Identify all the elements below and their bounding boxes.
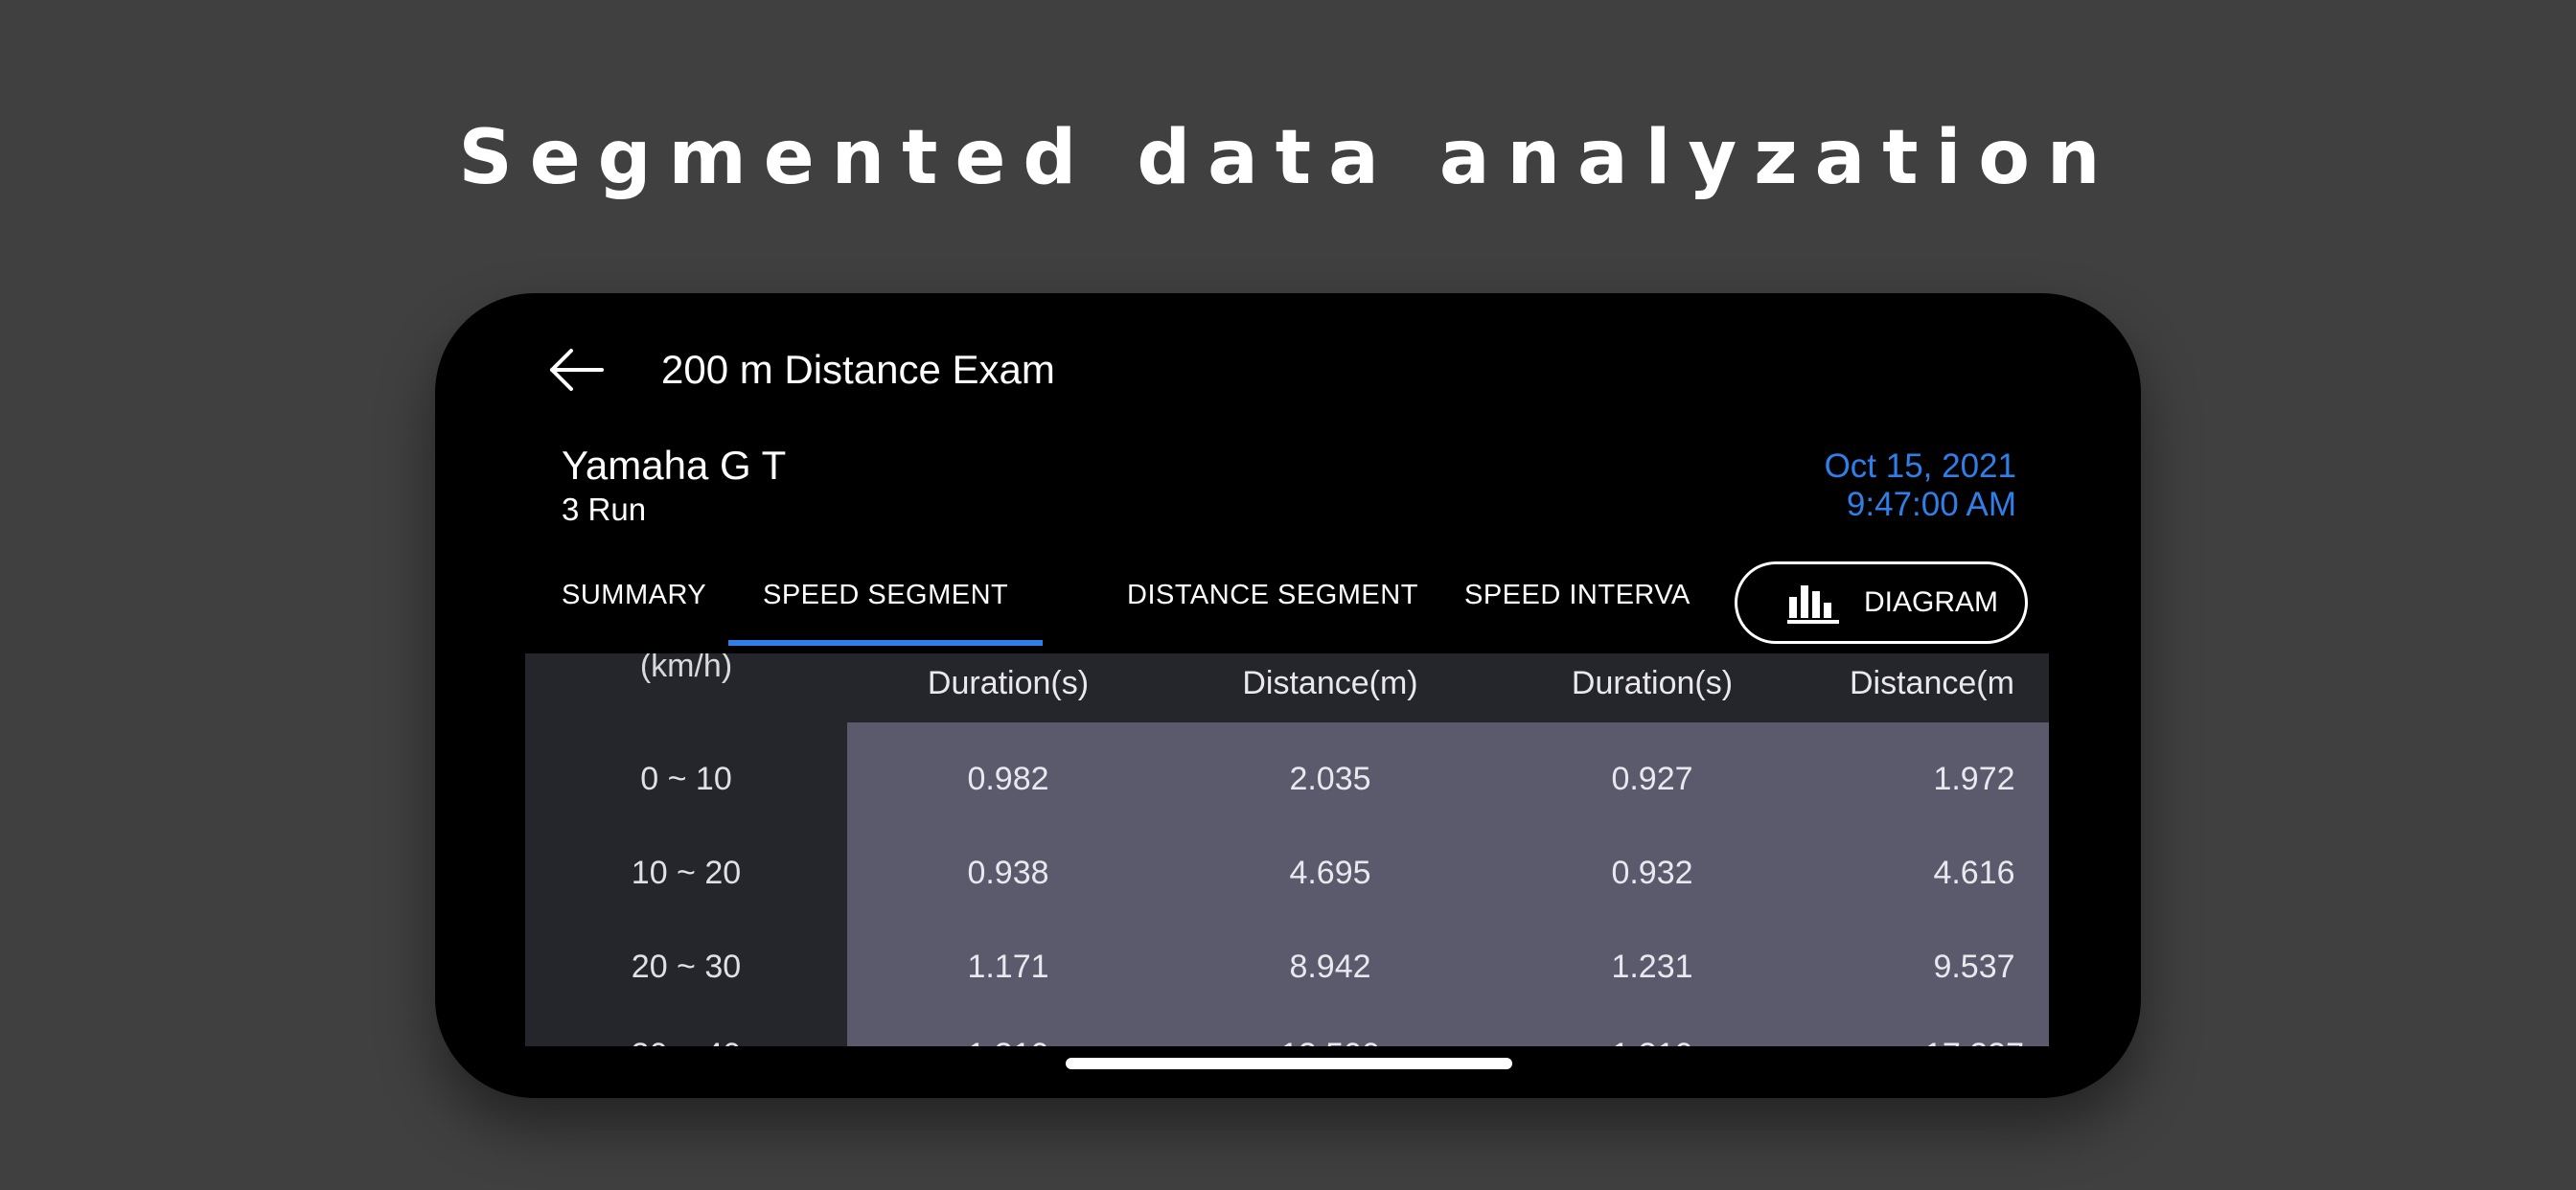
run-count: 3 Run [562,492,647,527]
table-cell: 4.616 [1933,855,2015,891]
table-cell: 1.972 [1933,761,2015,797]
tab-speed-interval[interactable]: SPEED INTERVA [1464,554,1690,650]
table-cell: 8.942 [1289,949,1371,985]
bar-chart-icon [1787,585,1839,624]
speed-segment-table[interactable]: (km/h) Duration(s) Distance(m) Duration(… [525,653,2049,1046]
column-header: Duration(s) [1571,665,1734,701]
table-cell: 0.932 [1611,855,1693,891]
column-header: Distance(m [1850,665,2014,701]
table-cell: 1.310 [847,1033,1169,1046]
tab-speed-segment[interactable]: SPEED SEGMENT [728,554,1044,650]
tab-distance-segment[interactable]: DISTANCE SEGMENT [1127,554,1418,650]
speed-range: 10 ~ 20 [631,855,742,891]
diagram-button[interactable]: DIAGRAM [1735,561,2028,644]
tab-summary[interactable]: SUMMARY [562,554,706,650]
home-indicator[interactable] [1066,1058,1512,1069]
column-header: Duration(s) [927,665,1090,701]
phone-frame: 200 m Distance Exam Yamaha G T 3 Run Oct… [435,293,2141,1098]
session-time: 9:47:00 AM [1846,486,2016,523]
speed-range: 0 ~ 10 [640,761,732,797]
table-cell: 1.310 [1491,1033,1813,1046]
table-cell: 0.927 [1611,761,1693,797]
speed-range: 30 ~ 40 [525,1033,847,1046]
device-name: Yamaha G T [562,443,787,488]
table-header: (km/h) Duration(s) Distance(m) Duration(… [525,653,2049,722]
session-date: Oct 15, 2021 [1824,447,2016,485]
table-cell: 1.171 [967,949,1049,985]
page-title: 200 m Distance Exam [661,347,1055,392]
speed-unit-header: (km/h) [639,653,733,684]
arrow-left-icon [550,349,604,391]
column-header: Distance(m) [1242,665,1418,701]
table-cell: 9.537 [1933,949,2015,985]
table-cell: 0.982 [967,761,1049,797]
table-cell: 4.695 [1289,855,1371,891]
headline: Segmented data analyzation [458,115,2118,201]
table-cell: 0.938 [967,855,1049,891]
table-cell: 1.231 [1611,949,1693,985]
table-cell: 12.500 [1169,1033,1491,1046]
app-bar: 200 m Distance Exam [435,293,2141,437]
back-button[interactable] [548,341,606,399]
table-cell: 2.035 [1289,761,1371,797]
diagram-button-label: DIAGRAM [1864,586,1999,618]
speed-range: 20 ~ 30 [631,949,742,985]
table-cell: 17.237 [1813,1033,2049,1046]
